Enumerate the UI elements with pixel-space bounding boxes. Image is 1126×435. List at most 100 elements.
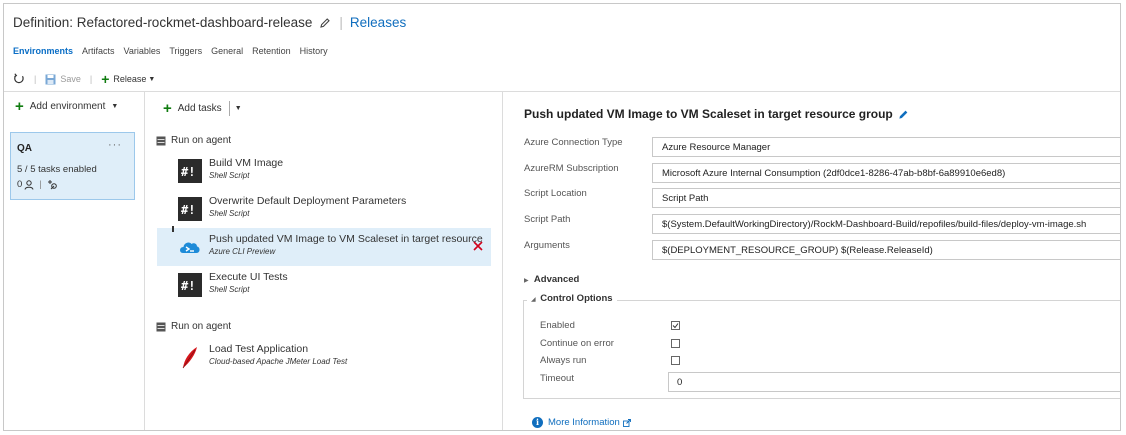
arguments-label: Arguments [524,240,570,251]
environment-name: QA [17,143,32,154]
tasks-panel: + Add tasks ▼ Run on agent #! Build VM I… [145,92,503,430]
agent-settings-icon[interactable] [47,179,58,190]
task-type: Shell Script [209,209,250,218]
split-divider [228,101,230,116]
jmeter-feather-icon [182,347,197,369]
tab-artifacts[interactable]: Artifacts [82,46,115,56]
azurerm-subscription-select[interactable]: Microsoft Azure Internal Consumption (2d… [652,163,1120,183]
script-path-label: Script Path [524,214,571,225]
continue-on-error-label: Continue on error [540,338,614,349]
title-divider: | [339,15,343,30]
tab-retention[interactable]: Retention [252,46,291,56]
toolbar-divider: | [34,74,37,84]
remove-task-icon[interactable] [473,241,483,251]
external-link-icon [622,418,631,427]
phase-run-on-agent[interactable]: Run on agent [156,321,231,332]
task-execute-ui-tests[interactable]: #! Execute UI Tests Shell Script [157,266,491,304]
azure-cli-icon [180,242,200,253]
approvers-count: 0 [17,179,23,190]
tab-variables[interactable]: Variables [124,46,161,56]
chevron-down-icon: ◢ [531,297,536,303]
enabled-checkbox[interactable] [671,321,680,330]
releases-link[interactable]: Releases [350,15,406,30]
environment-icons: 0 | [17,179,58,190]
more-options-icon[interactable]: ··· [108,139,122,151]
task-load-test-application[interactable]: Load Test Application Cloud-based Apache… [157,338,491,376]
phase-label: Run on agent [171,321,232,332]
plus-icon: + [15,97,24,115]
toolbar: | Save | + Release ▼ [4,67,1120,91]
task-type: Cloud-based Apache JMeter Load Test [209,357,348,366]
continue-on-error-checkbox[interactable] [671,339,680,348]
definition-title: Definition: Refactored-rockmet-dashboard… [13,15,313,30]
plus-icon: + [101,71,110,87]
environments-panel: + Add environment ▼ QA ··· 5 / 5 tasks e… [4,92,145,430]
server-icon [156,322,166,331]
server-icon [156,136,166,145]
task-build-vm-image[interactable]: #! Build VM Image Shell Script [157,152,491,190]
definition-tabs: Environments Artifacts Variables Trigger… [13,46,328,56]
add-environment-label: Add environment [29,101,106,112]
task-type: Azure CLI Preview [209,247,276,256]
task-name: Push updated VM Image to VM Scaleset in … [209,233,483,245]
save-button[interactable]: Save [60,74,81,84]
drag-handle[interactable] [172,226,174,232]
save-icon [45,74,56,84]
add-tasks-button[interactable]: + Add tasks ▼ [163,101,242,116]
task-overwrite-default-deployment-parameters[interactable]: #! Overwrite Default Deployment Paramete… [157,190,491,228]
chevron-right-icon: ▶ [524,278,529,284]
shell-script-icon: #! [178,159,202,183]
task-details-title: Push updated VM Image to VM Scaleset in … [524,107,893,121]
tab-history[interactable]: History [300,46,328,56]
task-type: Shell Script [209,285,250,294]
info-icon: i [532,417,543,428]
toolbar-divider: | [89,74,93,84]
svg-text:#!: #! [181,279,195,293]
advanced-label: Advanced [533,274,580,285]
phase-run-on-agent[interactable]: Run on agent [156,135,231,146]
always-run-label: Always run [540,355,587,366]
environment-task-status: 5 / 5 tasks enabled [17,164,97,175]
more-information-label: More Information [548,417,620,428]
svg-text:#!: #! [181,203,195,217]
script-location-select[interactable]: Script Path [652,188,1120,208]
header: Definition: Refactored-rockmet-dashboard… [4,4,1120,92]
refresh-icon[interactable] [13,73,25,85]
chevron-down-icon: ▼ [111,103,119,110]
plus-icon: + [163,99,172,117]
edit-pencil-icon[interactable] [319,17,331,29]
release-definition-editor: Definition: Refactored-rockmet-dashboard… [3,3,1121,431]
tab-triggers[interactable]: Triggers [169,46,202,56]
environment-card-qa[interactable]: QA ··· 5 / 5 tasks enabled 0 | [10,132,135,200]
azure-connection-type-select[interactable]: Azure Resource Manager [652,137,1120,157]
chevron-down-icon[interactable]: ▼ [235,105,242,112]
task-type: Shell Script [209,171,250,180]
task-push-updated-vm-image[interactable]: Push updated VM Image to VM Scaleset in … [157,226,491,266]
tab-general[interactable]: General [211,46,243,56]
chevron-down-icon[interactable]: ▼ [148,76,155,83]
arguments-input[interactable]: $(DEPLOYMENT_RESOURCE_GROUP) $(Release.R… [652,240,1120,260]
task-details-panel: Push updated VM Image to VM Scaleset in … [503,92,1120,430]
definition-title-row: Definition: Refactored-rockmet-dashboard… [13,15,406,30]
shell-script-icon: #! [178,197,202,221]
edit-pencil-icon[interactable] [898,109,909,120]
task-name: Overwrite Default Deployment Parameters [209,195,407,207]
release-button[interactable]: Release [113,74,146,84]
approver-person-icon[interactable] [24,179,34,190]
task-name: Build VM Image [209,157,284,169]
more-information-link[interactable]: i More Information [532,417,631,428]
phase-label: Run on agent [171,135,232,146]
script-path-input[interactable]: $(System.DefaultWorkingDirectory)/RockM-… [652,214,1120,234]
tab-environments[interactable]: Environments [13,46,73,56]
enabled-label: Enabled [540,320,575,331]
advanced-section-toggle[interactable]: ▶ Advanced [524,274,579,285]
control-options-toggle[interactable]: ◢ Control Options [527,293,617,304]
checkmark-icon [672,323,679,329]
timeout-label: Timeout [540,373,574,384]
svg-text:#!: #! [181,165,195,179]
control-options-label: Control Options [540,293,613,304]
always-run-checkbox[interactable] [671,356,680,365]
shell-script-icon: #! [178,273,202,297]
add-environment-button[interactable]: + Add environment ▼ [15,97,119,115]
timeout-input[interactable]: 0 [668,372,1120,392]
